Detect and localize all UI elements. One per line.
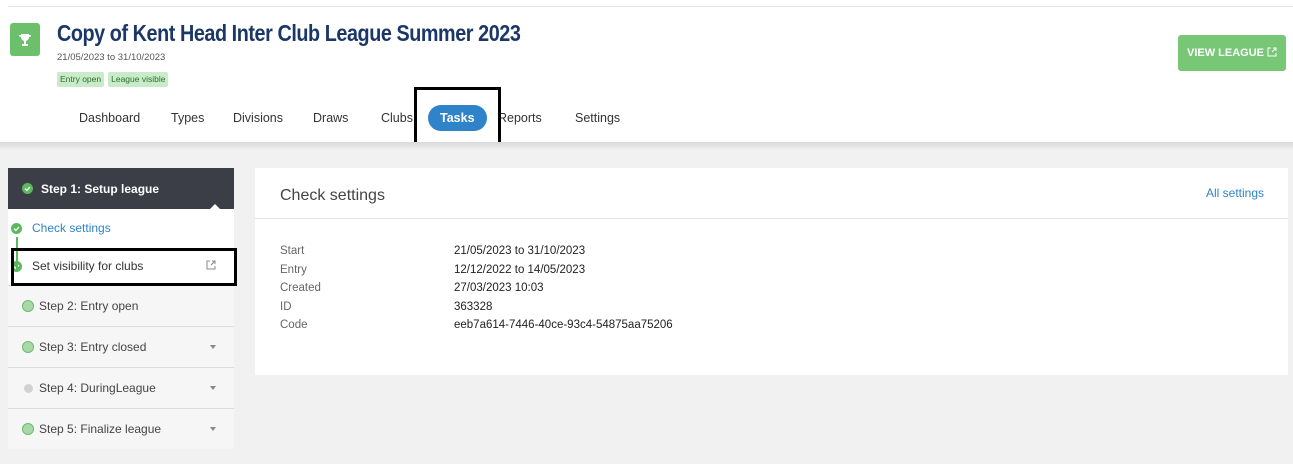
nav-shadow	[0, 142, 1293, 150]
status-badge-entry: Entry open	[57, 72, 105, 87]
status-badge-visibility: League visible	[108, 72, 169, 87]
step-4[interactable]: Step 4: DuringLeague	[8, 367, 234, 408]
property-value: 21/05/2023 to 31/10/2023	[454, 245, 586, 257]
task-label: Check settings	[32, 221, 111, 235]
check-circle-icon	[11, 222, 22, 234]
property-row: Entry 12/12/2022 to 14/05/2023	[280, 264, 673, 283]
page-title: Copy of Kent Head Inter Club League Summ…	[57, 20, 521, 46]
property-value: 27/03/2023 10:03	[454, 282, 544, 294]
property-row: Code eeb7a614-7446-40ce-93c4-54875aa7520…	[280, 319, 673, 338]
settings-card: Check settings All settings Start 21/05/…	[255, 168, 1288, 375]
view-league-label: VIEW LEAGUE	[1186, 47, 1264, 59]
property-key: Start	[280, 245, 305, 257]
tab-clubs[interactable]: Clubs	[381, 111, 413, 125]
step-status-icon	[22, 341, 34, 353]
check-circle-icon	[22, 183, 33, 194]
step-status-icon	[22, 300, 34, 312]
step-1-label: Step 1: Setup league	[41, 181, 160, 196]
property-row: Start 21/05/2023 to 31/10/2023	[280, 245, 673, 264]
tab-types[interactable]: Types	[171, 111, 204, 125]
status-badges: Entry open League visible	[57, 72, 169, 87]
tab-draws[interactable]: Draws	[313, 111, 348, 125]
chevron-down-icon	[210, 427, 216, 431]
step-1-header[interactable]: Step 1: Setup league	[8, 168, 234, 209]
top-divider	[8, 6, 1293, 7]
tab-dashboard[interactable]: Dashboard	[79, 111, 140, 125]
highlight-visibility-task	[11, 248, 237, 286]
all-settings-link[interactable]: All settings	[1206, 186, 1264, 200]
task-check-settings[interactable]: Check settings	[8, 209, 234, 247]
step-3[interactable]: Step 3: Entry closed	[8, 326, 234, 367]
trophy-icon	[10, 23, 40, 56]
step-5[interactable]: Step 5: Finalize league	[8, 408, 234, 449]
card-title: Check settings	[280, 187, 385, 204]
property-key: Created	[280, 282, 321, 294]
view-league-button[interactable]: VIEW LEAGUE	[1178, 35, 1286, 71]
step-2[interactable]: Step 2: Entry open	[8, 285, 234, 326]
card-divider	[255, 218, 1288, 219]
step-label: Step 2: Entry open	[39, 299, 139, 313]
step-label: Step 4: DuringLeague	[39, 381, 156, 395]
property-value: 363328	[454, 300, 493, 313]
chevron-down-icon	[210, 345, 216, 349]
property-row: Created 27/03/2023 10:03	[280, 282, 673, 301]
step-status-icon	[24, 383, 33, 393]
external-link-icon	[1267, 47, 1277, 60]
task-sidebar: Step 1: Setup league Check settings Set …	[8, 168, 234, 449]
chevron-down-icon	[210, 386, 216, 390]
property-key: Entry	[280, 263, 307, 276]
league-dates: 21/05/2023 to 31/10/2023	[57, 52, 166, 63]
tab-divisions[interactable]: Divisions	[233, 111, 283, 125]
highlight-tasks-tab	[414, 87, 501, 148]
property-key: ID	[280, 300, 292, 313]
step-label: Step 3: Entry closed	[39, 340, 147, 354]
property-value: eeb7a614-7446-40ce-93c4-54875aa75206	[454, 319, 673, 331]
league-nav: Dashboard Types Divisions Draws Clubs Ta…	[0, 104, 700, 132]
tab-settings[interactable]: Settings	[575, 111, 620, 125]
step-label: Step 5: Finalize league	[39, 422, 162, 436]
property-value: 12/12/2022 to 14/05/2023	[454, 263, 586, 276]
tab-reports[interactable]: Reports	[498, 111, 542, 125]
property-row: ID 363328	[280, 301, 673, 320]
property-key: Code	[280, 319, 308, 331]
step-status-icon	[22, 423, 34, 435]
settings-properties: Start 21/05/2023 to 31/10/2023 Entry 12/…	[280, 245, 673, 338]
